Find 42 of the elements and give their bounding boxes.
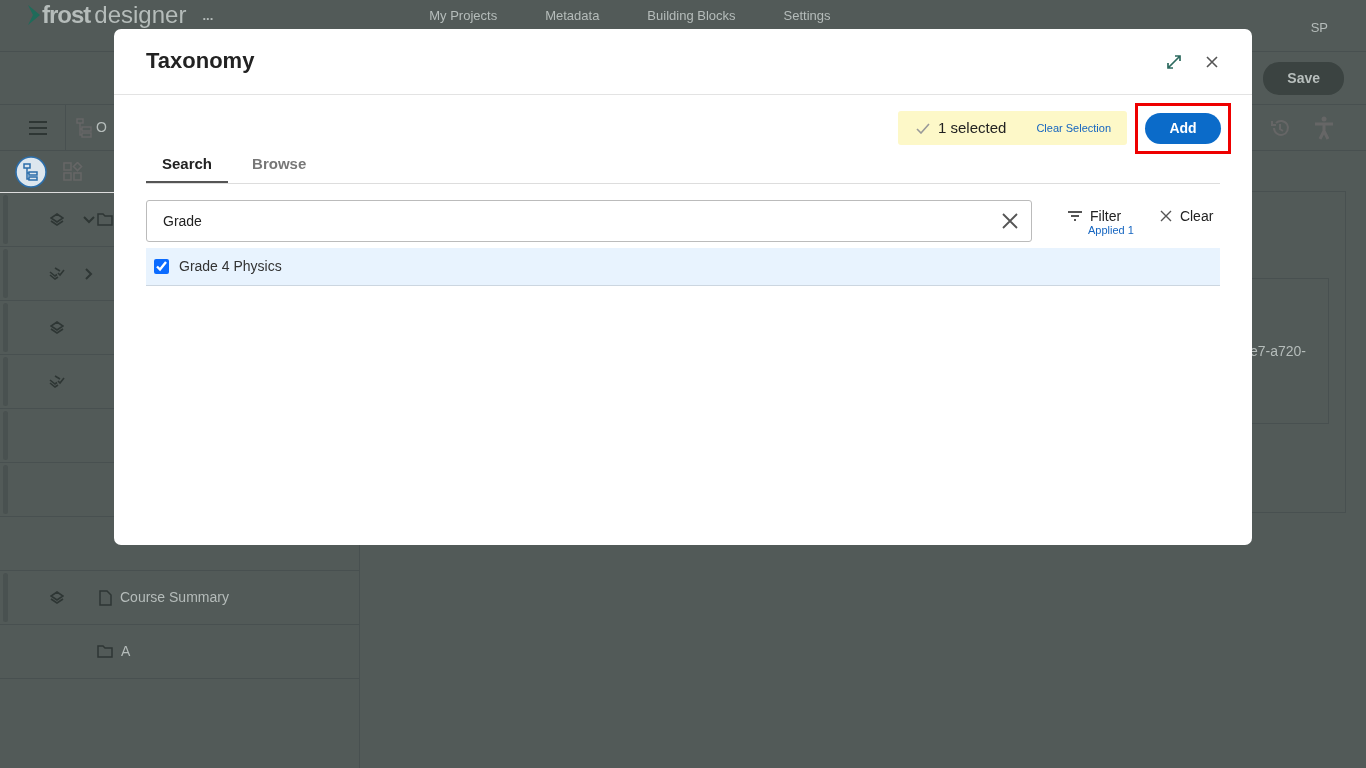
- nav-link[interactable]: Building Blocks: [647, 6, 736, 26]
- tree-view-icon[interactable]: [15, 155, 47, 188]
- layers-check-icon[interactable]: [49, 375, 65, 388]
- user-menu[interactable]: SP: [1310, 18, 1328, 38]
- dialog-title: Taxonomy: [146, 48, 255, 75]
- page-icon: [99, 589, 112, 606]
- menu-icon[interactable]: [29, 120, 47, 135]
- layers-icon[interactable]: [50, 321, 64, 334]
- chevron-right-icon[interactable]: [85, 267, 93, 280]
- nav-link[interactable]: My Projects: [429, 6, 498, 26]
- detail-text: e7-a720-: [1249, 341, 1306, 361]
- toolbar-label[interactable]: O: [96, 117, 107, 138]
- close-icon: [1159, 209, 1172, 222]
- logo-icon: [26, 3, 42, 27]
- tree-item-label[interactable]: A: [121, 641, 131, 662]
- check-icon: [916, 122, 930, 134]
- add-button[interactable]: Add: [1145, 112, 1221, 144]
- expand-icon[interactable]: [1166, 53, 1182, 70]
- checkbox[interactable]: [154, 258, 169, 274]
- close-icon[interactable]: [1206, 55, 1218, 68]
- selected-count: 1 selected: [938, 117, 1007, 138]
- more-menu[interactable]: ...: [202, 6, 214, 26]
- layers-check-icon[interactable]: [49, 267, 65, 280]
- filter-button[interactable]: Filter Applied 1: [1068, 207, 1134, 238]
- result-label[interactable]: Grade 4 Physics: [179, 255, 282, 277]
- tab[interactable]: Browse: [236, 149, 323, 183]
- filter-icon: [1068, 210, 1082, 221]
- tab[interactable]: Search: [146, 149, 229, 183]
- clear-button[interactable]: Clear: [1159, 207, 1214, 225]
- tree-item-label[interactable]: Course Summary: [120, 587, 229, 608]
- chevron-down-icon[interactable]: [83, 215, 95, 224]
- save-button[interactable]: Save: [1263, 61, 1344, 95]
- nav-link[interactable]: Metadata: [545, 6, 600, 26]
- logo: frost designer: [42, 3, 187, 27]
- clear-search-icon[interactable]: [1002, 212, 1018, 229]
- layers-icon[interactable]: [50, 213, 64, 226]
- layers-icon[interactable]: [50, 591, 64, 604]
- nav-link[interactable]: Settings: [783, 6, 831, 26]
- folder-icon: [97, 213, 113, 226]
- search-field[interactable]: Grade: [146, 199, 1032, 242]
- clear-selection-link[interactable]: Clear Selection: [1036, 119, 1111, 137]
- folder-icon: [97, 645, 113, 658]
